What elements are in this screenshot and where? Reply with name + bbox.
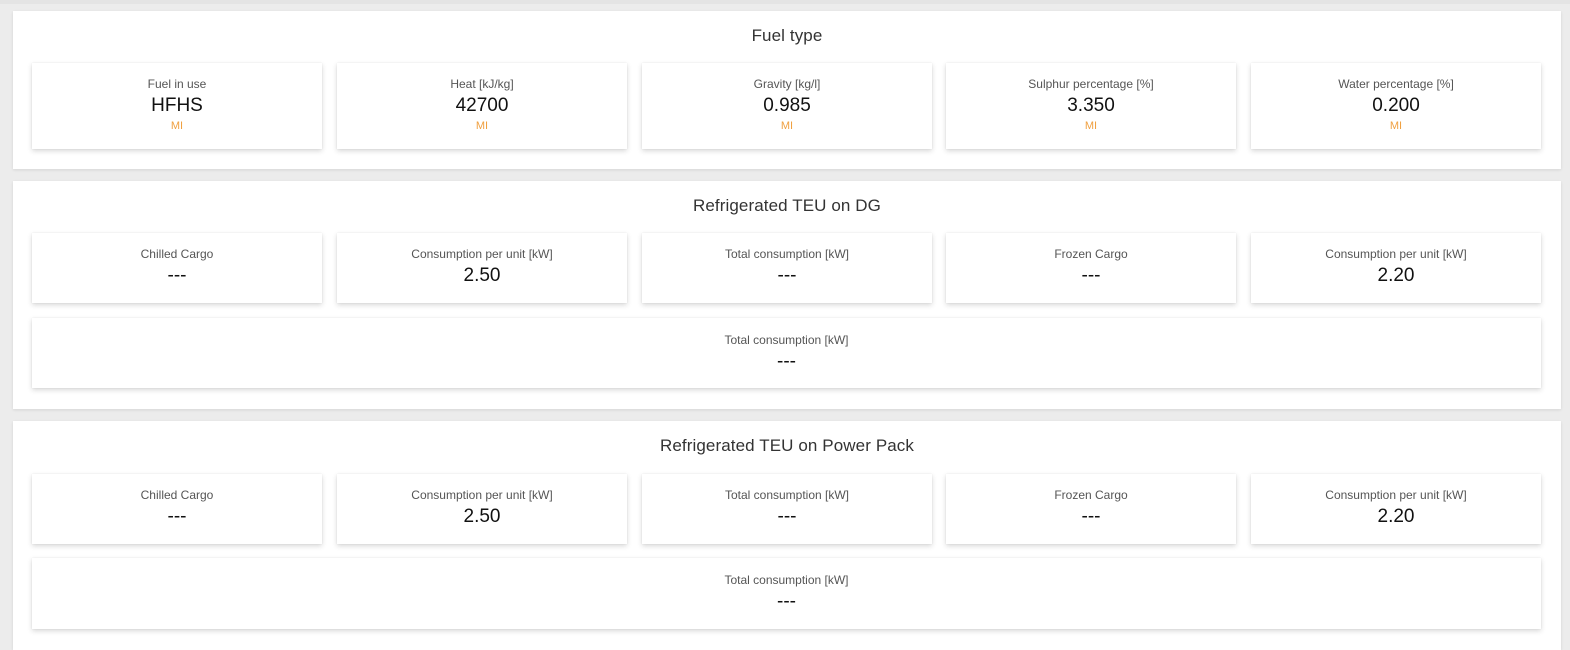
card-label: Consumption per unit [kW] [411,247,553,261]
card-label: Total consumption [kW] [724,488,850,502]
frozen-consumption-card: Consumption per unit [kW] 2.20 [1251,233,1541,303]
card-label: Total consumption [kW] [724,333,849,347]
card-value: --- [167,506,187,527]
card-label: Frozen Cargo [1054,488,1128,502]
card-label: Chilled Cargo [140,247,214,261]
frozen-consumption-card: Consumption per unit [kW] 2.20 [1251,474,1541,544]
card-value: --- [1081,506,1101,527]
card-label: Water percentage [%] [1338,77,1454,91]
frozen-cargo-card: Frozen Cargo --- [946,474,1236,544]
card-value: HFHS [151,95,203,116]
fuel-in-use-card: Fuel in use HFHS MI [32,63,322,149]
total-consumption-card: Total consumption [kW] --- [32,558,1541,629]
gravity-card: Gravity [kg/l] 0.985 MI [642,63,932,149]
card-source: MI [780,120,794,132]
card-label: Total consumption [kW] [724,247,850,261]
card-label: Gravity [kg/l] [753,77,821,91]
card-value: --- [167,265,187,286]
card-value: --- [777,265,797,286]
card-label: Sulphur percentage [%] [1028,77,1154,91]
water-card: Water percentage [%] 0.200 MI [1251,63,1541,149]
card-label: Fuel in use [147,77,207,91]
chilled-cargo-card: Chilled Cargo --- [32,233,322,303]
card-label: Consumption per unit [kW] [1325,247,1467,261]
chilled-cargo-card: Chilled Cargo --- [32,474,322,544]
card-value: --- [777,591,796,612]
teu-dg-panel: Refrigerated TEU on DG Chilled Cargo ---… [13,181,1561,409]
panel-title: Refrigerated TEU on Power Pack [659,436,915,455]
heat-card: Heat [kJ/kg] 42700 MI [337,63,627,149]
chilled-consumption-card: Consumption per unit [kW] 2.50 [337,233,627,303]
card-value: 2.20 [1377,265,1415,286]
card-value: 0.985 [763,95,811,116]
frozen-cargo-card: Frozen Cargo --- [946,233,1236,303]
card-label: Consumption per unit [kW] [411,488,553,502]
card-label: Total consumption [kW] [724,573,849,587]
panel-title: Refrigerated TEU on DG [692,196,882,215]
card-value: 2.50 [463,265,501,286]
total-consumption-card: Total consumption [kW] --- [32,318,1541,388]
teu-power-pack-panel: Refrigerated TEU on Power Pack Chilled C… [13,421,1561,650]
chilled-consumption-card: Consumption per unit [kW] 2.50 [337,474,627,544]
card-source: MI [170,120,184,132]
card-label: Consumption per unit [kW] [1325,488,1467,502]
card-label: Heat [kJ/kg] [450,77,514,91]
top-strip [0,0,1570,4]
card-value: 2.50 [463,506,501,527]
card-value: --- [777,506,797,527]
chilled-total-card: Total consumption [kW] --- [642,474,932,544]
card-label: Chilled Cargo [140,488,214,502]
card-value: --- [1081,265,1101,286]
card-source: MI [1084,120,1098,132]
card-value: 0.200 [1372,95,1420,116]
card-value: 2.20 [1377,506,1415,527]
card-value: --- [777,351,796,372]
fuel-type-panel: Fuel type Fuel in use HFHS MI Heat [kJ/k… [13,11,1561,169]
card-value: 3.350 [1067,95,1115,116]
panel-title: Fuel type [751,26,823,45]
card-label: Frozen Cargo [1054,247,1128,261]
card-source: MI [1389,120,1403,132]
card-source: MI [475,120,489,132]
card-value: 42700 [455,95,509,116]
chilled-total-card: Total consumption [kW] --- [642,233,932,303]
sulphur-card: Sulphur percentage [%] 3.350 MI [946,63,1236,149]
